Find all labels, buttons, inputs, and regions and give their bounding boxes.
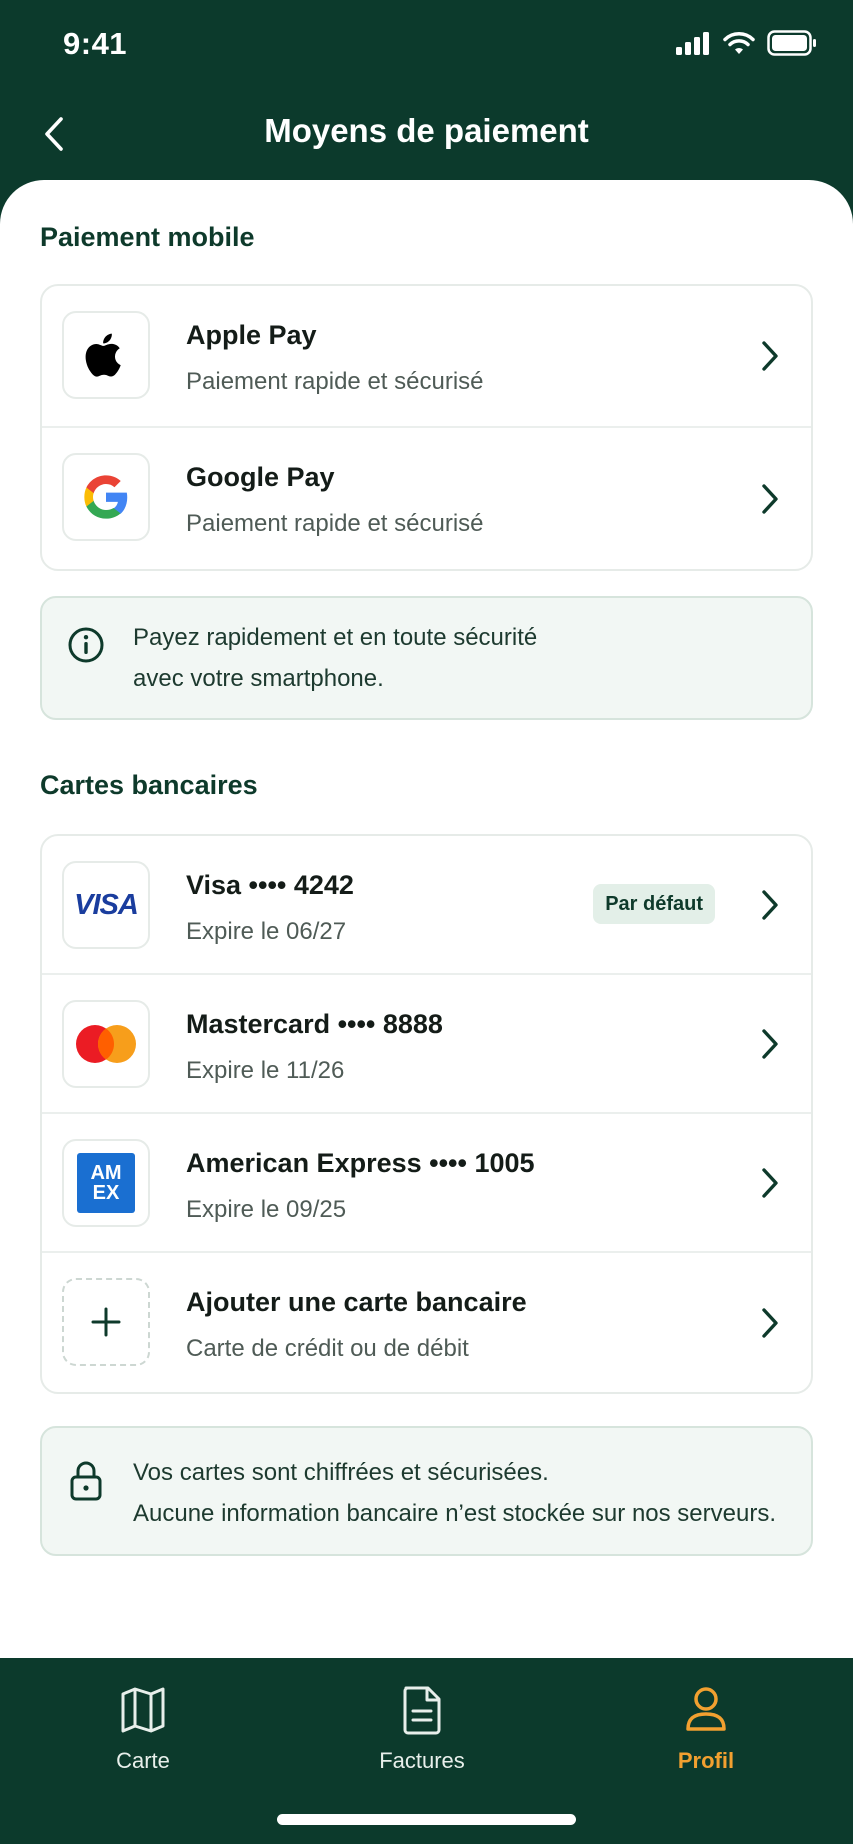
visa-card-expiry: Expire le 06/27 [186,918,347,945]
mobile-payment-list: Apple Pay Paiement rapide et sécurisé Go… [40,284,813,571]
lock-icon [70,1461,102,1501]
amex-logo: AM EX [62,1139,150,1227]
chevron-right-icon [762,1028,778,1059]
bank-cards-list: VISA Visa •••• 4242 Expire le 06/27 Par … [40,834,813,1394]
google-pay-logo [62,453,150,541]
status-time: 9:41 [63,26,128,61]
mastercard-title: Mastercard •••• 8888 [186,1009,443,1039]
tab-carte[interactable]: Carte [53,1684,233,1774]
add-card-placeholder [62,1278,150,1366]
status-icons [675,30,817,56]
apple-pay-row[interactable]: Apple Pay Paiement rapide et sécurisé [42,286,811,428]
google-icon [84,475,128,519]
home-indicator [277,1814,576,1825]
chevron-right-icon [762,889,778,920]
tab-profil[interactable]: Profil [616,1684,796,1774]
security-line1: Vos cartes sont chiffrées et sécurisées. [133,1459,549,1486]
amex-logo-line1: AM [90,1162,122,1184]
apple-icon [85,333,121,377]
tab-label-factures: Factures [379,1748,465,1773]
security-line2: Aucune information bancaire n’est stocké… [133,1500,776,1527]
default-badge: Par défaut [593,884,715,924]
mastercard-logo [62,1000,150,1088]
mastercard-icon [76,1025,136,1063]
map-icon [121,1687,165,1733]
chevron-right-icon [762,1307,778,1338]
google-pay-subtitle: Paiement rapide et sécurisé [186,510,484,537]
amex-card-title: American Express •••• 1005 [186,1148,535,1178]
nav-header: Moyens de paiement [0,92,853,178]
mastercard-row[interactable]: Mastercard •••• 8888 Expire le 11/26 [42,975,811,1114]
apple-pay-subtitle: Paiement rapide et sécurisé [186,368,484,395]
wifi-icon [723,32,755,54]
document-icon [403,1686,441,1735]
plus-icon [91,1307,121,1337]
add-card-title: Ajouter une carte bancaire [186,1287,527,1317]
section-title-cards: Cartes bancaires [40,770,258,800]
page-title: Moyens de paiement [264,112,589,149]
amex-card-row[interactable]: AM EX American Express •••• 1005 Expire … [42,1114,811,1253]
google-pay-title: Google Pay [186,462,335,492]
chevron-right-icon [762,1167,778,1198]
mastercard-expiry: Expire le 11/26 [186,1057,345,1084]
content-sheet: Paiement mobile Apple Pay Paiement rapid… [0,180,853,1658]
security-info-box: Vos cartes sont chiffrées et sécurisées.… [40,1426,813,1556]
battery-icon [767,30,816,56]
apple-pay-title: Apple Pay [186,320,317,350]
signal-icon [676,32,709,55]
mobile-info-line1: Payez rapidement et en toute sécurité [133,624,538,651]
visa-logo: VISA [62,861,150,949]
add-card-subtitle: Carte de crédit ou de débit [186,1335,469,1362]
amex-logo-line2: EX [92,1182,120,1204]
visa-logo-text: VISA [74,888,139,921]
section-title-mobile: Paiement mobile [40,222,255,252]
visa-card-title: Visa •••• 4242 [186,870,354,900]
google-pay-row[interactable]: Google Pay Paiement rapide et sécurisé [42,428,811,569]
apple-pay-logo [62,311,150,399]
tab-label-profil: Profil [677,1748,735,1773]
security-info-text: Vos cartes sont chiffrées et sécurisées.… [133,1452,776,1534]
mobile-info-box: Payez rapidement et en toute sécurité av… [40,596,813,720]
tab-factures[interactable]: Factures [332,1684,512,1774]
user-icon [686,1687,726,1731]
tab-label-carte: Carte [116,1748,170,1773]
visa-card-row[interactable]: VISA Visa •••• 4242 Expire le 06/27 Par … [42,836,811,975]
add-card-row[interactable]: Ajouter une carte bancaire Carte de créd… [42,1253,811,1392]
chevron-right-icon [762,341,778,371]
mobile-info-text: Payez rapidement et en toute sécurité av… [133,617,537,699]
chevron-right-icon [762,484,778,514]
info-icon [68,627,104,663]
amex-logo-tile: AM EX [77,1153,135,1213]
status-bar: 9:41 [0,0,853,92]
amex-card-expiry: Expire le 09/25 [186,1196,347,1223]
mobile-info-line2: avec votre smartphone. [133,665,384,692]
